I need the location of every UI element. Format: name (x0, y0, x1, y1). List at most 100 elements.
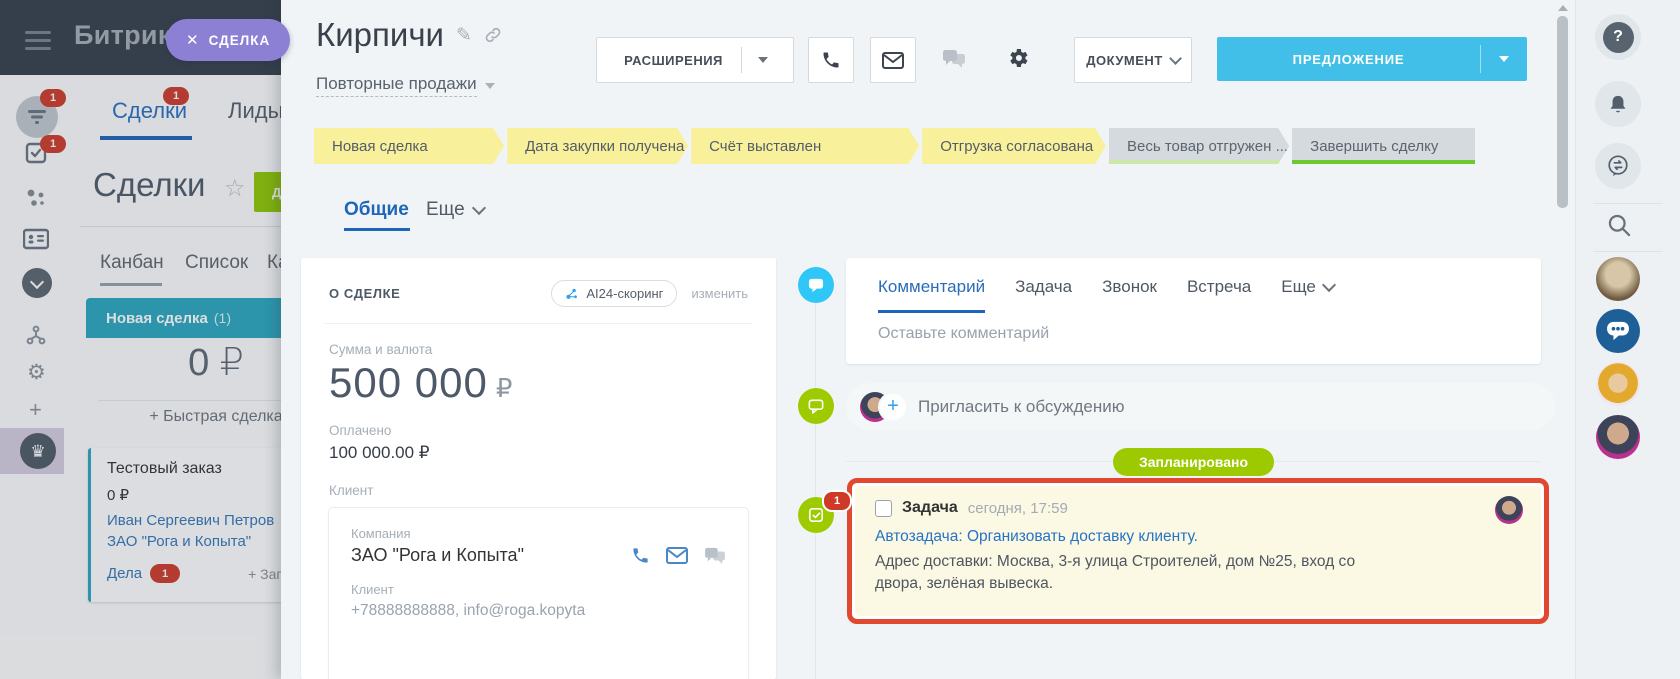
deal-stage-bar: Новая сделка Дата закупки получена Счёт … (314, 128, 1475, 164)
client-call-icon[interactable] (631, 546, 650, 565)
comment-input[interactable]: Оставьте комментарий (846, 313, 1541, 343)
ai-scoring-button[interactable]: AI24-скоринг (551, 280, 677, 307)
invite-to-discussion[interactable]: Пригласить к обсуждению (846, 383, 1555, 430)
right-sidebar (1575, 0, 1680, 679)
comment-box: Комментарий Задача Звонок Встреча Еще Ос… (846, 258, 1541, 364)
tab-underline (344, 228, 410, 231)
chevron-down-icon (1322, 278, 1336, 292)
tab-general[interactable]: Общие (344, 199, 409, 221)
question-icon (1603, 22, 1634, 53)
stage-purchase-date[interactable]: Дата закупки получена (507, 128, 688, 164)
divider (1593, 251, 1663, 252)
chevron-down-icon (1499, 56, 1509, 62)
chevron-down-icon (472, 201, 486, 215)
deal-slider-panel: Кирпичи Повторные продажи РАСШИРЕНИЯ ДОК… (281, 0, 1575, 679)
scroll-up-arrow[interactable] (1558, 5, 1568, 11)
chevron-down-icon (1169, 52, 1182, 65)
document-button[interactable]: ДОКУМЕНТ (1074, 37, 1192, 83)
chat-button[interactable] (932, 37, 976, 81)
timeline-comment-icon (798, 267, 834, 303)
client-chat-icon[interactable] (704, 547, 726, 565)
copy-link-icon[interactable] (484, 26, 502, 44)
task-count-badge: 1 (822, 490, 852, 512)
sum-value: 500 000 (329, 359, 488, 407)
settings-button[interactable] (997, 37, 1041, 81)
timeline-line (815, 285, 816, 679)
extensions-label: РАСШИРЕНИЯ (606, 53, 741, 68)
planned-badge: Запланировано (1113, 448, 1274, 476)
slider-entity-label: СДЕЛКА (209, 33, 271, 48)
timeline-tab-comment[interactable]: Комментарий (878, 277, 985, 313)
timeline-tab-more[interactable]: Еще (1281, 277, 1334, 310)
call-button[interactable] (808, 37, 854, 83)
email-button[interactable] (870, 37, 916, 83)
timeline-group: Запланировано (846, 448, 1541, 476)
avatar (1495, 496, 1523, 524)
timeline-tab-task[interactable]: Задача (1015, 277, 1072, 310)
screen: Битрикс24 1 1 (0, 0, 1680, 679)
messenger-button[interactable] (1595, 143, 1641, 189)
paid-value: 100 000.00 ₽ (329, 443, 748, 463)
client-label: Клиент (329, 483, 748, 498)
task-highlight-frame: Задача сегодня, 17:59 Автозадача: Органи… (847, 478, 1549, 624)
add-participant-icon (880, 394, 906, 420)
avatar[interactable] (1596, 415, 1640, 459)
document-label: ДОКУМЕНТ (1086, 53, 1163, 68)
task-description: Адрес доставки: Москва, 3-я улица Строит… (875, 551, 1367, 596)
stage-close-deal[interactable]: Завершить сделку (1292, 128, 1475, 164)
client-card: Компания ЗАО "Рога и Копыта" Клиент +788… (329, 508, 748, 679)
invite-label: Пригласить к обсуждению (918, 397, 1124, 417)
help-button[interactable] (1595, 14, 1641, 60)
stage-goods-shipped[interactable]: Весь товар отгружен ... (1109, 128, 1289, 164)
client-email-icon[interactable] (666, 547, 688, 564)
extensions-button[interactable]: РАСШИРЕНИЯ (596, 37, 794, 83)
company-label: Компания (351, 526, 726, 541)
timeline-discussion-icon (798, 388, 834, 424)
paid-label: Оплачено (329, 423, 748, 438)
notifications-button[interactable] (1595, 81, 1641, 127)
divider (1593, 203, 1663, 204)
chevron-down-icon (758, 57, 768, 63)
about-deal-card: О СДЕЛКЕ AI24-скоринг изменить Сумма и в… (301, 258, 776, 679)
pipeline-selector[interactable]: Повторные продажи (316, 74, 477, 97)
stage-shipping-agreed[interactable]: Отгрузка согласована (922, 128, 1106, 164)
proposal-dropdown[interactable] (1481, 56, 1527, 62)
proposal-label: ПРЕДЛОЖЕНИЕ (1217, 52, 1480, 67)
stage-invoice-sent[interactable]: Счёт выставлен (691, 128, 919, 164)
deal-title[interactable]: Кирпичи (316, 16, 444, 54)
stage-new-deal[interactable]: Новая сделка (314, 128, 504, 164)
proposal-button[interactable]: ПРЕДЛОЖЕНИЕ (1217, 37, 1527, 81)
tab-more[interactable]: Еще (426, 199, 484, 221)
task-type[interactable]: Задача (902, 499, 958, 517)
avatar[interactable] (1596, 362, 1640, 406)
edit-title-icon[interactable] (456, 24, 472, 46)
slider-entity-badge: СДЕЛКА (166, 19, 290, 61)
avatar[interactable] (1596, 257, 1640, 301)
timeline-tab-call[interactable]: Звонок (1102, 277, 1157, 310)
chat-exchange-icon (1606, 154, 1630, 178)
task-entry[interactable]: Задача сегодня, 17:59 Автозадача: Органи… (855, 486, 1541, 616)
search-icon (1606, 212, 1633, 239)
task-checkbox[interactable] (875, 500, 892, 517)
company-name[interactable]: ЗАО "Рога и Копыта" (351, 545, 524, 566)
close-icon[interactable] (186, 31, 199, 50)
edit-fields-link[interactable]: изменить (691, 286, 748, 301)
contact-value[interactable]: +78888888888, info@roga.kopyta (351, 602, 726, 620)
scrollbar-thumb[interactable] (1557, 16, 1568, 208)
sum-label: Сумма и валюта (329, 342, 748, 357)
dim-overlay (0, 0, 281, 679)
chevron-down-icon (485, 83, 495, 89)
task-link[interactable]: Автозадача: Организовать доставку клиент… (875, 528, 1521, 546)
group-chat-icon (1606, 321, 1630, 341)
search-button[interactable] (1606, 212, 1633, 239)
panel-scrollbar[interactable] (1556, 0, 1569, 679)
scoring-label: AI24-скоринг (586, 286, 663, 301)
scoring-molecule-icon (565, 287, 579, 301)
task-time: сегодня, 17:59 (968, 500, 1068, 517)
contact-label: Клиент (351, 582, 726, 597)
bell-icon (1608, 94, 1628, 115)
about-header: О СДЕЛКЕ (329, 286, 400, 301)
timeline-tab-meeting[interactable]: Встреча (1187, 277, 1251, 310)
sum-value-row[interactable]: 500 000 ₽ (329, 359, 748, 407)
group-chat-avatar[interactable] (1596, 309, 1640, 353)
